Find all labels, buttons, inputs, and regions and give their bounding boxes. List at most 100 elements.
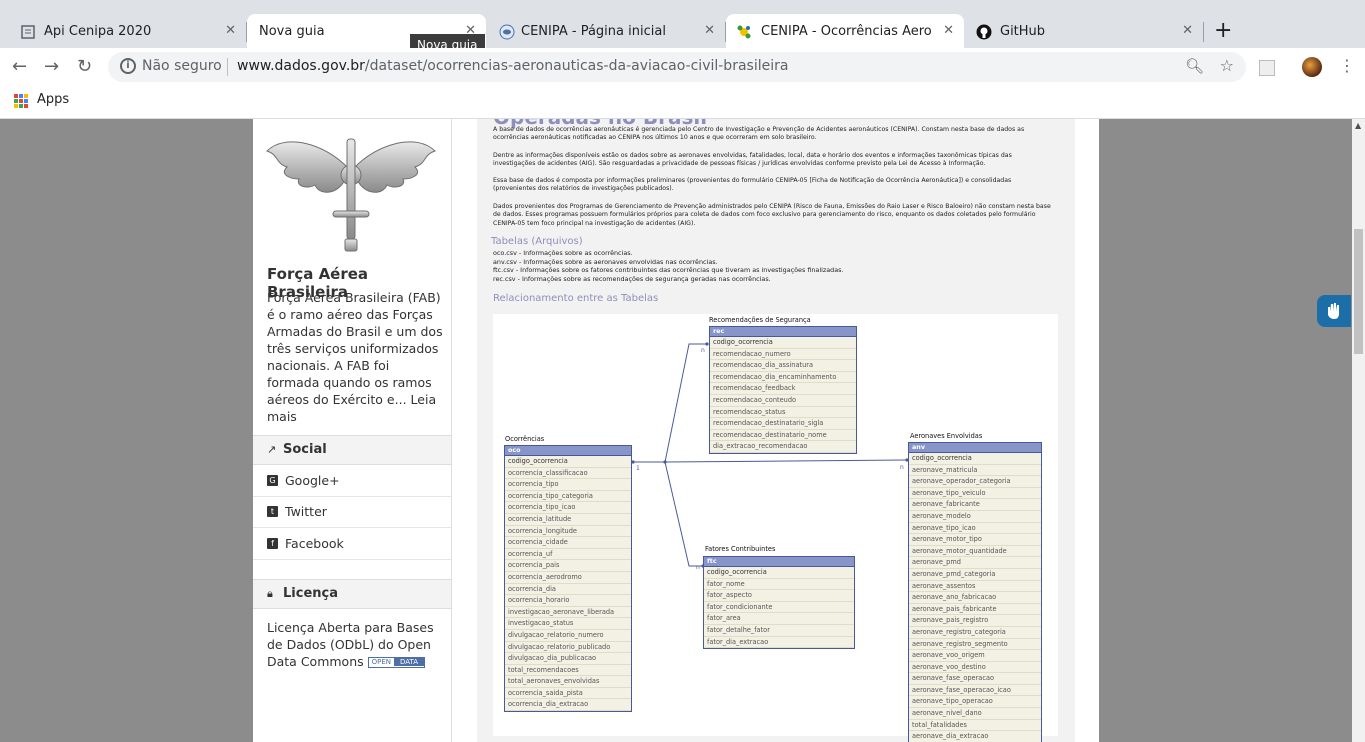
entity-field: aeronave_registro_segmento (909, 639, 1041, 651)
entity-field: ocorrencia_uf (505, 549, 631, 561)
entity-title-rec: Recomendações de Segurança (709, 316, 811, 324)
entity-field: aeronave_fase_operacao (909, 673, 1041, 685)
bookmark-star-icon[interactable]: ☆ (1220, 56, 1234, 75)
entity-field: aeronave_dia_extracao (909, 731, 1041, 742)
doc-paragraph: Dentre as informações disponíveis estão … (493, 152, 1012, 168)
kebab-menu-icon[interactable]: ⋮ (1339, 56, 1355, 75)
entity-field: aeronave_pmd_categoria (909, 569, 1041, 581)
entity-field: codigo_ocorrencia (505, 456, 631, 468)
security-label[interactable]: Não seguro (142, 58, 222, 74)
github-icon (976, 24, 992, 40)
entity-field: ocorrencia_saida_pista (505, 688, 631, 700)
entity-field: ocorrencia_latitude (505, 514, 631, 526)
apps-grid-icon[interactable] (14, 94, 28, 108)
tab-divider (246, 22, 247, 42)
social-link-googleplus[interactable]: G Google+ (253, 466, 451, 497)
scrollbar-thumb[interactable] (1354, 229, 1363, 354)
entity-field: fator_area (704, 613, 854, 625)
entity-field: total_aeronaves_envolvidas (505, 676, 631, 688)
cardinality-one: 1 (636, 465, 640, 472)
fab-emblem-logo (266, 138, 436, 252)
entity-field: recomendacao_numero (710, 349, 856, 361)
entity-field: total_recomendacoes (505, 665, 631, 677)
entity-field: fator_aspecto (704, 590, 854, 602)
zoom-icon[interactable]: 🔍︎ (1185, 57, 1204, 75)
info-icon[interactable]: i (120, 58, 136, 74)
entity-field: aeronave_tipo_veiculo (909, 488, 1041, 500)
organization-description: Força Aérea Brasileira (FAB) é o ramo aé… (267, 289, 443, 425)
social-label: Google+ (285, 473, 340, 488)
address-bar[interactable]: i Não seguro www.dados.gov.br/dataset/oc… (108, 52, 1246, 82)
entity-field: total_fatalidades (909, 720, 1041, 732)
url-text[interactable]: www.dados.gov.br/dataset/ocorrencias-aer… (237, 58, 788, 74)
entity-title-anv: Aeronaves Envolvidas (910, 432, 983, 440)
badge-right: DATA (394, 658, 425, 666)
apps-bookmark[interactable]: Apps (37, 92, 69, 107)
close-icon[interactable]: ✕ (225, 23, 236, 38)
social-section-header: ↗ Social (253, 435, 451, 465)
vlibras-accessibility-button[interactable] (1317, 295, 1351, 327)
entity-field: divulgacao_dia_publicacao (505, 653, 631, 665)
scroll-up-icon[interactable]: ▲ (1355, 121, 1361, 130)
tab-title: GitHub (1000, 24, 1046, 39)
new-tab-button[interactable]: + (1214, 20, 1232, 42)
entity-field: aeronave_tipo_icao (909, 523, 1041, 535)
tables-heading: Tabelas (Arquivos) (491, 236, 583, 247)
close-icon[interactable]: ✕ (1182, 23, 1193, 38)
entity-anv: anv codigo_ocorrencia aeronave_matriculaae… (908, 442, 1042, 742)
badge-left: OPEN (368, 658, 395, 666)
tables-list-item: anv.csv - Informações sobre as aeronaves… (493, 257, 718, 266)
sidebar: Força Aérea Brasileira Força Aérea Brasi… (253, 119, 452, 742)
twitter-icon: t (267, 506, 278, 517)
entity-field: aeronave_matricula (909, 465, 1041, 477)
tab-divider (725, 22, 726, 42)
reload-icon[interactable]: ↻ (77, 56, 92, 77)
tables-list-item: rec.csv - Informações sobre as recomenda… (493, 274, 771, 283)
url-path: /dataset/ocorrencias-aeronauticas-da-avi… (364, 58, 789, 74)
entity-field: aeronave_voo_origem (909, 650, 1041, 662)
social-label: Twitter (285, 504, 327, 519)
back-arrow-icon[interactable]: ← (12, 56, 27, 77)
forward-arrow-icon[interactable]: → (44, 56, 59, 77)
license-text: Licença Aberta para Bases de Dados (ODbL… (267, 619, 443, 670)
social-title: Social (283, 442, 327, 457)
social-link-twitter[interactable]: t Twitter (253, 497, 451, 528)
entity-key: ftc (704, 557, 854, 567)
entity-field: ocorrencia_tipo_icao (505, 502, 631, 514)
page-viewport: Força Aérea Brasileira Força Aérea Brasi… (0, 119, 1352, 742)
er-diagram: 1 n n n Recomendações de Segurança rec co… (493, 314, 1058, 742)
entity-field: aeronave_voo_destino (909, 662, 1041, 674)
tab-title: Nova guia (259, 24, 325, 39)
tab-github[interactable]: GitHub ✕ (965, 14, 1203, 48)
open-data-badge[interactable]: OPEN DATA (367, 657, 426, 668)
page-scrollbar[interactable]: ▲ (1352, 119, 1365, 742)
facebook-icon: f (267, 538, 278, 549)
extension-icon[interactable] (1259, 60, 1275, 76)
social-link-facebook[interactable]: f Facebook (253, 529, 451, 560)
entity-field: divulgacao_relatorio_publicado (505, 642, 631, 654)
entity-field: aeronave_motor_quantidade (909, 546, 1041, 558)
tab-title: Api Cenipa 2020 (44, 24, 152, 39)
entity-field: codigo_ocorrencia (704, 567, 854, 579)
entity-field: ocorrencia_pais (505, 560, 631, 572)
entity-field: ocorrencia_cidade (505, 537, 631, 549)
tab-cenipa-home[interactable]: CENIPA - Página inicial ✕ (487, 14, 725, 48)
relationship-heading: Relacionamento entre as Tabelas (493, 293, 659, 304)
entity-field: codigo_ocorrencia (909, 453, 1041, 465)
entity-field: fator_dia_extracao (704, 637, 854, 649)
entity-title-ftc: Fatores Contribuintes (705, 545, 776, 553)
tab-strip: Api Cenipa 2020 ✕ Nova guia ✕ CENIPA - P… (0, 0, 1365, 48)
close-icon[interactable]: ✕ (704, 23, 715, 38)
entity-key: anv (909, 443, 1041, 453)
organization-box: Força Aérea Brasileira Força Aérea Brasi… (253, 119, 451, 436)
tables-list-item: ftc.csv - Informações sobre os fatores c… (493, 266, 844, 275)
entity-field: aeronave_fabricante (909, 499, 1041, 511)
profile-avatar[interactable] (1302, 57, 1322, 77)
tab-api-cenipa[interactable]: Api Cenipa 2020 ✕ (0, 14, 246, 48)
close-icon[interactable]: ✕ (943, 23, 954, 38)
tab-cenipa-ocorrencias[interactable]: CENIPA - Ocorrências Aeronáuti ✕ (726, 14, 964, 48)
entity-field: aeronave_nivel_dano (909, 708, 1041, 720)
entity-field: ocorrencia_longitude (505, 526, 631, 538)
entity-field: investigacao_aeronave_liberada (505, 607, 631, 619)
tab-title: CENIPA - Ocorrências Aeronáuti (761, 24, 931, 39)
